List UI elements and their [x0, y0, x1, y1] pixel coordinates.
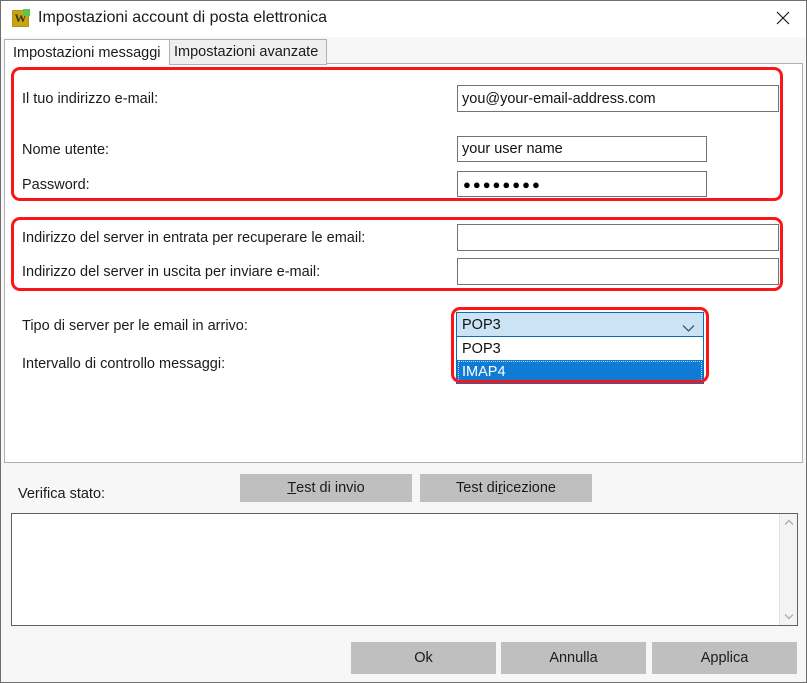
check-interval-label: Intervallo di controllo messaggi:: [22, 356, 225, 372]
server-type-option-list: POP3 IMAP4: [456, 337, 704, 384]
scroll-up-button[interactable]: [780, 514, 797, 531]
username-input[interactable]: [457, 136, 707, 162]
password-label: Password:: [22, 177, 90, 193]
close-button[interactable]: [760, 1, 806, 35]
server-type-option-imap4[interactable]: IMAP4: [457, 360, 703, 383]
server-type-selected-value: POP3: [462, 317, 501, 333]
tab-label: Impostazioni messaggi: [13, 45, 161, 61]
password-mask-text: ●●●●●●●●: [463, 177, 542, 192]
test-receive-button[interactable]: Test di ricezione: [420, 474, 592, 502]
server-type-label: Tipo di server per le email in arrivo:: [22, 318, 248, 334]
word-document-icon: W: [12, 10, 29, 27]
incoming-server-input[interactable]: [457, 224, 779, 251]
window-title: Impostazioni account di posta elettronic…: [38, 9, 327, 27]
chevron-down-icon: [682, 321, 695, 337]
incoming-server-label: Indirizzo del server in entrata per recu…: [22, 230, 365, 246]
cancel-button[interactable]: Annulla: [501, 642, 646, 674]
status-scrollbar[interactable]: [779, 514, 797, 625]
settings-tab-panel: Il tuo indirizzo e-mail: Nome utente: Pa…: [4, 63, 803, 463]
outgoing-server-input[interactable]: [457, 258, 779, 285]
email-account-settings-dialog: W Impostazioni account di posta elettron…: [0, 0, 807, 683]
chevron-down-icon: [784, 613, 794, 620]
status-output-box[interactable]: [11, 513, 798, 626]
password-input[interactable]: ●●●●●●●●: [457, 171, 707, 197]
tab-impostazioni-avanzate[interactable]: Impostazioni avanzate: [165, 39, 327, 65]
username-label: Nome utente:: [22, 142, 109, 158]
test-send-rest: est di invio: [296, 480, 365, 496]
status-output-text[interactable]: [12, 514, 780, 625]
server-type-option-pop3[interactable]: POP3: [457, 337, 703, 360]
verify-status-label: Verifica stato:: [18, 486, 105, 502]
server-type-combobox-head[interactable]: POP3: [456, 312, 704, 337]
option-label: POP3: [462, 341, 501, 357]
outgoing-server-label: Indirizzo del server in uscita per invia…: [22, 264, 320, 280]
email-input[interactable]: [457, 85, 779, 112]
test-receive-rest: icezione: [503, 480, 556, 496]
test-receive-pre: Test di: [456, 480, 498, 496]
option-label: IMAP4: [462, 364, 506, 380]
chevron-up-icon: [784, 519, 794, 526]
test-send-accel: T: [287, 480, 296, 496]
tab-impostazioni-messaggi[interactable]: Impostazioni messaggi: [4, 39, 170, 65]
tab-strip: Impostazioni messaggi Impostazioni avanz…: [1, 37, 806, 65]
scroll-down-button[interactable]: [780, 608, 797, 625]
email-label: Il tuo indirizzo e-mail:: [22, 91, 158, 107]
title-bar: W Impostazioni account di posta elettron…: [1, 1, 806, 37]
close-icon: [776, 11, 790, 25]
apply-button[interactable]: Applica: [652, 642, 797, 674]
ok-button[interactable]: Ok: [351, 642, 496, 674]
server-type-combobox[interactable]: POP3 POP3 IMAP4: [456, 312, 704, 384]
app-icon-corner-badge: [23, 9, 30, 16]
test-send-button[interactable]: Test di invio: [240, 474, 412, 502]
tab-label: Impostazioni avanzate: [174, 44, 318, 60]
